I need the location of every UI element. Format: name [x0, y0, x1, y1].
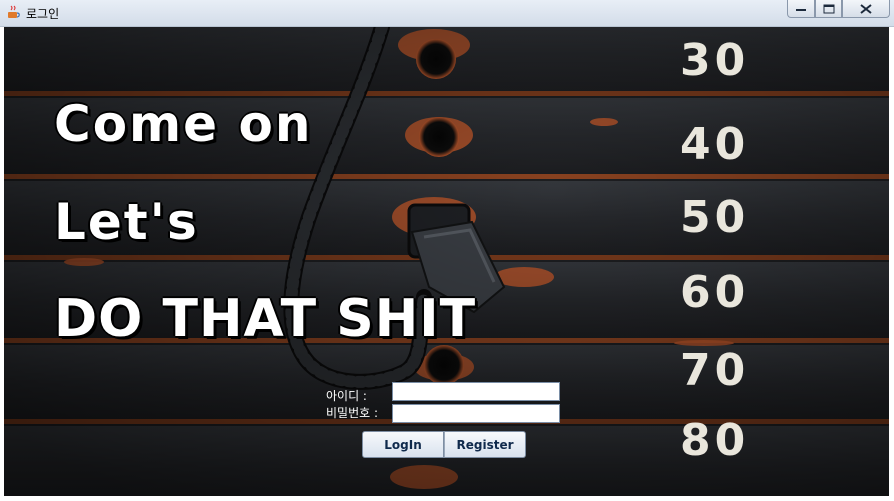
weight-label: 30 — [680, 35, 750, 86]
window-title: 로그인 — [26, 7, 60, 21]
login-panel: Come on Let's DO THAT SHIT 30 40 50 60 7… — [4, 27, 889, 496]
hero-line-2: Let's — [54, 193, 199, 251]
password-label: 비밀번호 : — [326, 406, 379, 420]
id-label: 아이디 : — [326, 389, 367, 403]
login-button[interactable]: LogIn — [362, 431, 444, 458]
minimize-button[interactable] — [787, 0, 815, 18]
hero-line-1: Come on — [54, 95, 313, 153]
close-button[interactable] — [842, 0, 890, 18]
window-titlebar: 로그인 — [0, 0, 894, 27]
weight-label: 80 — [680, 415, 750, 466]
hero-line-3: DO THAT SHIT — [54, 289, 477, 349]
weight-label: 40 — [680, 119, 750, 170]
maximize-button[interactable] — [815, 0, 842, 18]
id-input[interactable] — [392, 382, 560, 401]
maximize-icon — [823, 4, 834, 13]
weight-label: 50 — [680, 192, 750, 243]
password-input[interactable] — [392, 404, 560, 423]
register-button[interactable]: Register — [444, 431, 526, 458]
minimize-icon — [796, 8, 806, 11]
weight-label: 70 — [680, 345, 750, 396]
weight-label: 60 — [680, 267, 750, 318]
close-icon — [860, 3, 872, 14]
java-cup-icon — [8, 5, 20, 18]
